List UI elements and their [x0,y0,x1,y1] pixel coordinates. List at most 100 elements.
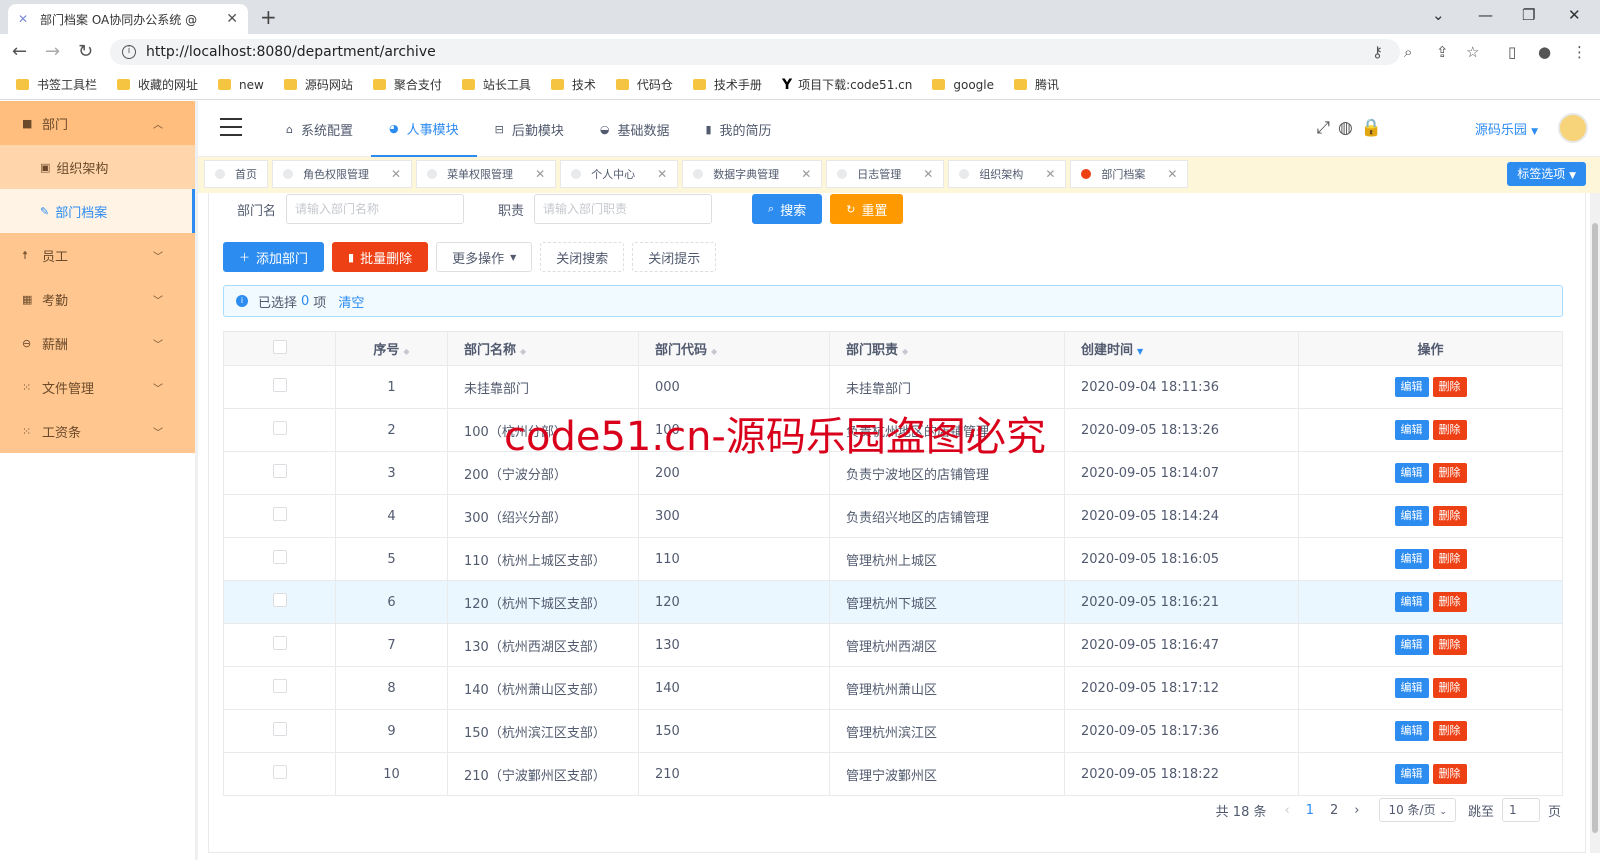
url-field[interactable]: i http://localhost:8080/department/archi… [110,39,1400,65]
bookmark-folder[interactable]: 技术手册 [692,76,762,93]
close-tip-button[interactable]: 关闭提示 [632,242,717,272]
new-tab-button[interactable]: + [260,5,277,29]
row-checkbox[interactable] [272,550,287,564]
sort-icon[interactable]: ◆ [711,347,717,356]
tab-search-icon[interactable]: ⌄ [1432,6,1445,24]
column-header-duty[interactable]: 部门职责 ◆ [829,331,1065,366]
batch-delete-button[interactable]: ▮ 批量删除 [332,242,429,272]
delete-button[interactable]: 删除 [1432,420,1467,440]
sidebar-item-employee[interactable]: ☨ 员工 ﹀ [0,233,195,277]
row-checkbox[interactable] [272,464,287,478]
close-icon[interactable]: ✕ [535,167,545,181]
sidebar-item-attendance[interactable]: ▦ 考勤 ﹀ [0,277,195,321]
globe-icon[interactable]: ◍ [1338,118,1361,138]
menu-toggle-icon[interactable] [220,118,242,142]
close-window-icon[interactable]: ✕ [1568,6,1581,24]
clear-selection-link[interactable]: 清空 [338,292,364,311]
tag-department-archive[interactable]: 部门档案 ✕ [1070,160,1189,188]
sidepanel-icon[interactable]: ▯ [1508,43,1516,61]
table-row[interactable]: 1 未挂靠部门 000 未挂靠部门 2020-09-04 18:11:36 编辑 删除 [223,365,1563,409]
tag-dictionary[interactable]: 数据字典管理 ✕ [682,160,823,188]
table-row[interactable]: 4 300（绍兴分部） 300 负责绍兴地区的店铺管理 2020-09-05 18:14… [223,494,1563,538]
menu-kebab-icon[interactable]: ⋮ [1572,43,1587,61]
row-checkbox[interactable] [272,593,287,607]
delete-button[interactable]: 删除 [1432,549,1467,569]
edit-button[interactable]: 编辑 [1394,463,1429,483]
table-row[interactable]: 6 120（杭州下城区支部） 120 管理杭州下城区 2020-09-05 18:16:… [223,580,1563,624]
close-icon[interactable]: ✕ [801,167,811,181]
sidebar-item-salary[interactable]: ⊖ 薪酬 ﹀ [0,321,195,365]
fullscreen-icon[interactable]: ⤢ [1316,118,1338,138]
sort-icon[interactable]: ◆ [403,347,409,356]
jump-input[interactable]: 1 [1501,798,1540,822]
sidebar-item-payslip[interactable]: ⁙ 工资条 ﹀ [0,409,195,453]
bookmark-folder[interactable]: 聚合支付 [372,76,442,93]
info-icon[interactable]: i [122,45,136,59]
bookmark-link[interactable]: Y 项目下载:code51.cn [782,76,912,93]
tag-personal-center[interactable]: 个人中心 ✕ [560,160,679,188]
edit-button[interactable]: 编辑 [1394,721,1429,741]
sort-icon[interactable]: ◆ [902,347,908,356]
reset-button[interactable]: ↻ 重置 [830,194,904,224]
nav-system-config[interactable]: ⌂ 系统配置 [268,101,371,157]
key-icon[interactable]: ⚷ [1372,43,1383,61]
sidebar-item-department[interactable]: ■ 部门 ︿ [0,101,195,145]
edit-button[interactable]: 编辑 [1394,377,1429,397]
forward-icon[interactable]: → [45,41,60,62]
delete-button[interactable]: 删除 [1432,377,1467,397]
edit-button[interactable]: 编辑 [1394,420,1429,440]
delete-button[interactable]: 删除 [1432,592,1467,612]
nav-my-resume[interactable]: ▮ 我的简历 [687,101,789,157]
delete-button[interactable]: 删除 [1432,635,1467,655]
zoom-icon[interactable]: ⌕ [1404,43,1412,61]
close-search-button[interactable]: 关闭搜索 [540,242,625,272]
column-header-index[interactable]: 序号 ◆ [335,331,448,366]
row-checkbox[interactable] [272,421,287,435]
sidebar-item-department-archive[interactable]: ✎ 部门档案 [0,189,195,233]
reload-icon[interactable]: ↻ [78,41,93,62]
lock-icon[interactable]: 🔒 [1361,118,1390,138]
dept-duty-input[interactable] [534,194,713,224]
profile-icon[interactable]: ● [1538,43,1551,61]
nav-basic-data[interactable]: ◒ 基础数据 [582,101,688,157]
minimize-icon[interactable]: — [1478,6,1493,24]
row-checkbox[interactable] [272,378,287,392]
bookmark-folder[interactable]: 书签工具栏 [16,76,97,93]
nav-logistics-module[interactable]: ⊟ 后勤模块 [477,101,582,157]
close-icon[interactable]: ✕ [1045,167,1055,181]
avatar[interactable] [1558,113,1588,143]
scrollbar-thumb[interactable] [1592,223,1598,833]
close-tab-icon[interactable]: ✕ [226,11,238,27]
bookmark-folder[interactable]: 技术 [550,76,596,93]
row-checkbox[interactable] [272,722,287,736]
tag-options-button[interactable]: 标签选项 ▼ [1507,162,1586,186]
page-size-select[interactable]: 10 条/页 ⌄ [1379,798,1456,822]
column-header-name[interactable]: 部门名称 ◆ [447,331,639,366]
select-all-checkbox[interactable] [272,339,287,354]
tag-home[interactable]: 首页 [204,160,268,188]
close-icon[interactable]: ✕ [391,167,401,181]
tag-log[interactable]: 日志管理 ✕ [826,160,945,188]
row-checkbox[interactable] [272,765,287,779]
row-checkbox[interactable] [272,507,287,521]
page-item[interactable]: 1 [1306,803,1314,818]
sort-icon[interactable]: ◆ [520,347,526,356]
edit-button[interactable]: 编辑 [1394,592,1429,612]
page-scrollbar[interactable] [1590,193,1600,853]
delete-button[interactable]: 删除 [1432,463,1467,483]
sort-icon[interactable]: ▼ [1137,347,1143,356]
edit-button[interactable]: 编辑 [1394,678,1429,698]
add-department-button[interactable]: ＋ 添加部门 [223,242,325,272]
tag-org-structure[interactable]: 组织架构 ✕ [948,160,1067,188]
row-checkbox[interactable] [272,636,287,650]
sidebar-item-org-structure[interactable]: ▣ 组织架构 [0,145,195,189]
table-row[interactable]: 7 130（杭州西湖区支部） 130 管理杭州西湖区 2020-09-05 18:16:… [223,623,1563,667]
bookmark-folder[interactable]: 收藏的网址 [117,76,198,93]
nav-hr-module[interactable]: ◕ 人事模块 [371,101,477,157]
dept-name-input[interactable] [286,194,465,224]
tag-menu-permission[interactable]: 菜单权限管理 ✕ [416,160,557,188]
star-icon[interactable]: ☆ [1466,43,1479,61]
bookmark-folder[interactable]: 源码网站 [283,76,353,93]
bookmark-folder[interactable]: 腾讯 [1014,76,1059,93]
page-item[interactable]: 2 [1330,803,1338,818]
